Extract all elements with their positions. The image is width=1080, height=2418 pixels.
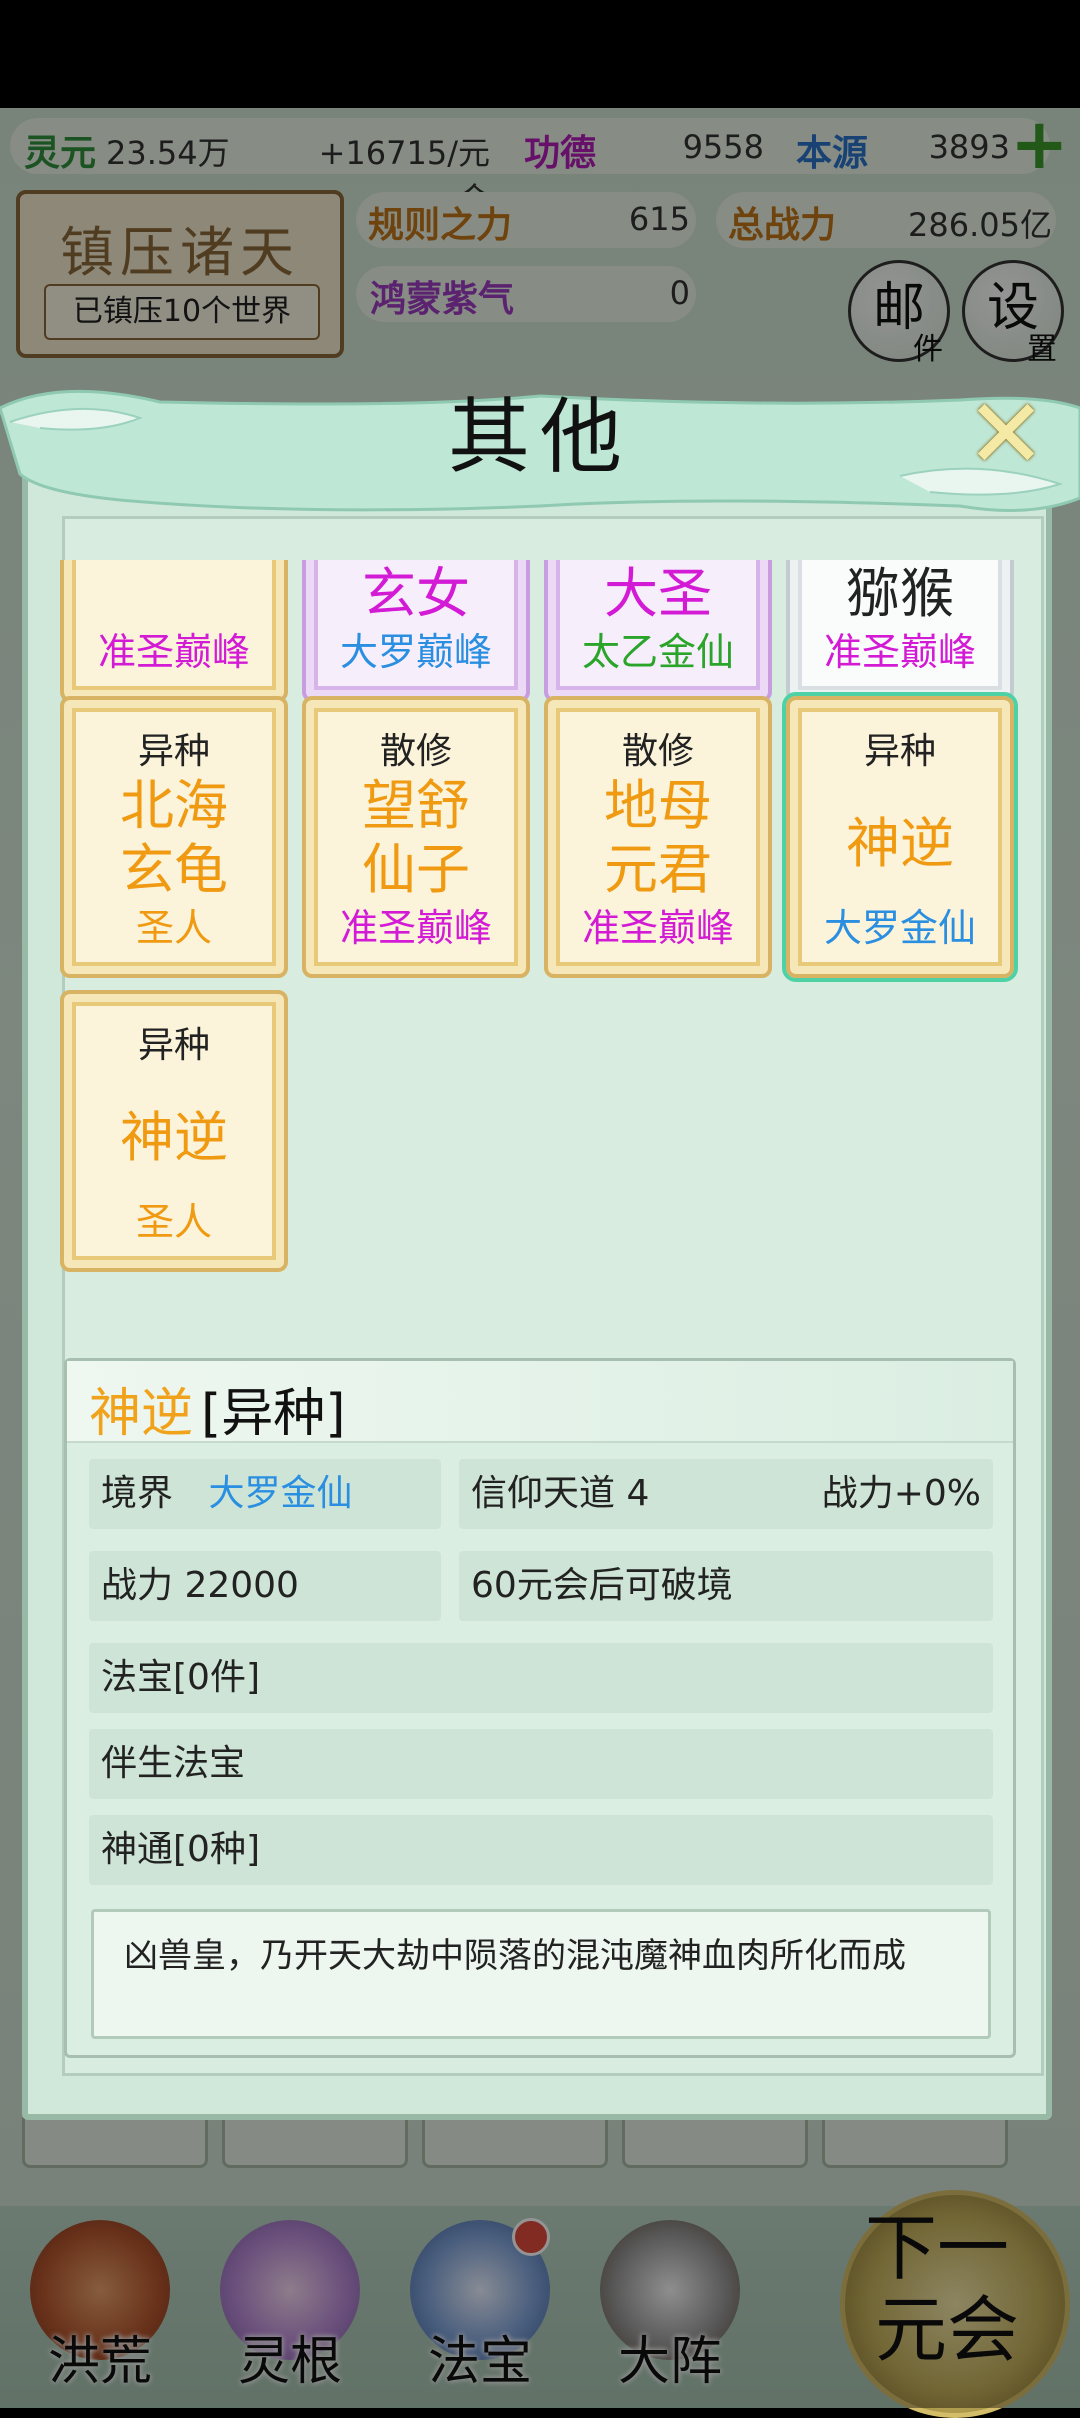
card-category: 散修 bbox=[379, 731, 452, 772]
character-card[interactable]: 九天 玄女大罗巅峰 bbox=[302, 560, 530, 702]
treasure-row[interactable]: 法宝[0件] bbox=[89, 1643, 993, 1713]
realm-value: 大罗金仙 bbox=[208, 1473, 353, 1514]
faith-value: 信仰天道 4 bbox=[471, 1473, 650, 1514]
card-category: 异种 bbox=[137, 1025, 210, 1066]
card-name: 地母 元君 bbox=[604, 774, 712, 901]
character-card[interactable]: 蚊道人准圣巅峰 bbox=[60, 560, 288, 702]
modal-title: 其他 bbox=[447, 390, 632, 485]
card-name: 北海 玄龟 bbox=[120, 774, 228, 901]
close-icon[interactable]: ✕ bbox=[960, 386, 1052, 482]
abilities-label: 神通[0种] bbox=[101, 1829, 260, 1870]
abilities-row[interactable]: 神通[0种] bbox=[89, 1815, 993, 1885]
card-name: 六耳 猕猴 bbox=[846, 560, 954, 625]
card-realm: 准圣巅峰 bbox=[339, 906, 492, 950]
character-card[interactable]: 六耳 猕猴准圣巅峰 bbox=[786, 560, 1014, 702]
card-name: 望舒 仙子 bbox=[362, 774, 470, 901]
character-card[interactable]: 散修 地母 元君准圣巅峰 bbox=[544, 696, 772, 978]
faith-stat: 信仰天道 4 战力+0% bbox=[459, 1459, 993, 1529]
character-card[interactable]: 异种 神逆 圣人 bbox=[60, 990, 288, 1272]
character-card[interactable]: 齐天 大圣太乙金仙 bbox=[544, 560, 772, 702]
character-card[interactable]: 异种 北海 玄龟 圣人 bbox=[60, 696, 288, 978]
companion-treasure-label: 伴生法宝 bbox=[101, 1743, 246, 1784]
power-value: 战力 22000 bbox=[101, 1565, 299, 1606]
detail-name: 神逆 bbox=[89, 1384, 194, 1444]
description-box: 凶兽皇，乃开天大劫中陨落的混沌魔神血肉所化而成 bbox=[91, 1909, 991, 2039]
card-realm: 太乙金仙 bbox=[581, 630, 734, 674]
card-realm: 准圣巅峰 bbox=[97, 630, 250, 674]
card-realm: 大罗巅峰 bbox=[339, 630, 492, 674]
realm-label: 境界 bbox=[101, 1473, 174, 1514]
card-category: 异种 bbox=[137, 731, 210, 772]
companion-treasure-row[interactable]: 伴生法宝 bbox=[89, 1729, 993, 1799]
card-name: 神逆 bbox=[846, 812, 954, 875]
card-name: 九天 玄女 bbox=[362, 560, 470, 625]
realm-stat: 境界 大罗金仙 bbox=[89, 1459, 441, 1529]
power-stat: 战力 22000 bbox=[89, 1551, 441, 1621]
character-detail-panel: 神逆 [异种] 境界 大罗金仙 信仰天道 4 战力+0% 战力 22000 60… bbox=[64, 1358, 1016, 2058]
card-name: 神逆 bbox=[120, 1106, 228, 1169]
power-bonus: 战力+0% bbox=[821, 1473, 981, 1514]
breakthrough-stat: 60元会后可破境 bbox=[459, 1551, 993, 1621]
card-category: 散修 bbox=[621, 731, 694, 772]
detail-type: [异种] bbox=[201, 1384, 346, 1444]
character-grid: 蚊道人准圣巅峰九天 玄女大罗巅峰齐天 大圣太乙金仙六耳 猕猴准圣巅峰异种北海 玄… bbox=[60, 560, 1020, 1340]
status-bar bbox=[0, 0, 1080, 108]
card-realm: 准圣巅峰 bbox=[581, 906, 734, 950]
card-realm: 圣人 bbox=[135, 1200, 212, 1244]
card-realm: 圣人 bbox=[135, 906, 212, 950]
breakthrough-value: 60元会后可破境 bbox=[471, 1565, 733, 1606]
character-card[interactable]: 散修 望舒 仙子准圣巅峰 bbox=[302, 696, 530, 978]
card-realm: 准圣巅峰 bbox=[823, 630, 976, 674]
treasure-label: 法宝[0件] bbox=[101, 1657, 260, 1698]
card-name: 齐天 大圣 bbox=[604, 560, 712, 625]
description-text: 凶兽皇，乃开天大劫中陨落的混沌魔神血肉所化而成 bbox=[124, 1936, 906, 1976]
card-realm: 大罗金仙 bbox=[823, 906, 976, 950]
detail-header: 神逆 [异种] bbox=[67, 1361, 1013, 1444]
card-category: 异种 bbox=[863, 731, 936, 772]
character-card[interactable]: 异种 神逆 大罗金仙 bbox=[782, 692, 1018, 982]
